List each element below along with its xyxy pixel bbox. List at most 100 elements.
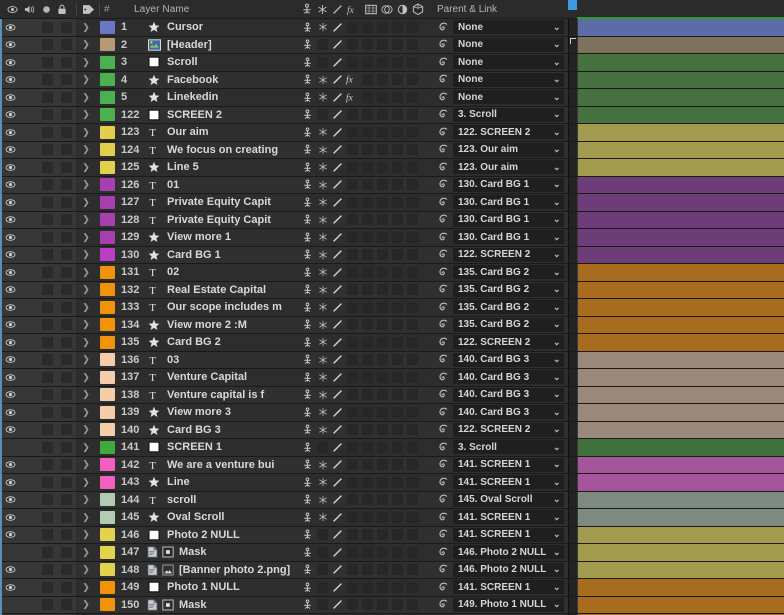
- layer-expand-twirl[interactable]: ❯: [76, 177, 96, 194]
- layer-lock-toggle[interactable]: [57, 562, 76, 579]
- anchor-point-switch-icon[interactable]: [300, 421, 315, 438]
- layer-audio-toggle[interactable]: [20, 19, 38, 36]
- empty-switch-cell[interactable]: [360, 456, 375, 473]
- layer-label-swatch[interactable]: [96, 124, 118, 141]
- empty-switch-cell[interactable]: [360, 124, 375, 141]
- layer-audio-toggle[interactable]: [20, 474, 38, 491]
- empty-switch-cell[interactable]: [345, 526, 360, 543]
- layer-audio-toggle[interactable]: [20, 194, 38, 211]
- empty-switch-cell[interactable]: [390, 159, 405, 176]
- layer-label-swatch[interactable]: [96, 317, 118, 334]
- parent-dropdown[interactable]: None⌄: [453, 90, 564, 104]
- anchor-point-switch-icon[interactable]: [300, 281, 315, 298]
- layer-solo-toggle[interactable]: [38, 229, 57, 246]
- layer-expand-twirl[interactable]: ❯: [76, 282, 96, 299]
- empty-switch-cell[interactable]: [360, 404, 375, 421]
- layer-label-swatch[interactable]: [96, 19, 118, 36]
- empty-switch-cell[interactable]: [360, 211, 375, 228]
- empty-switch-cell[interactable]: [390, 124, 405, 141]
- empty-switch-cell[interactable]: [375, 456, 390, 473]
- layer-label-swatch[interactable]: [96, 562, 118, 579]
- table-row[interactable]: ❯125Line 5123. Our aim⌄: [0, 159, 568, 177]
- layer-name[interactable]: SCREEN 1: [164, 439, 297, 456]
- quality-switch-icon[interactable]: [315, 509, 330, 526]
- pickwhip-icon[interactable]: [437, 528, 450, 541]
- empty-switch-cell[interactable]: [345, 491, 360, 508]
- layer-visibility-toggle[interactable]: [0, 597, 20, 614]
- pickwhip-icon[interactable]: [437, 388, 450, 401]
- layer-solo-toggle[interactable]: [38, 19, 57, 36]
- layer-duration-bar[interactable]: [578, 89, 784, 106]
- layer-label-swatch[interactable]: [96, 544, 118, 561]
- parent-dropdown[interactable]: 140. Card BG 3⌄: [453, 388, 564, 402]
- layer-expand-twirl[interactable]: ❯: [76, 597, 96, 614]
- layer-audio-toggle[interactable]: [20, 317, 38, 334]
- empty-switch-cell[interactable]: [390, 579, 405, 596]
- motion-blur-switch-icon[interactable]: [330, 579, 345, 596]
- layer-label-swatch[interactable]: [96, 159, 118, 176]
- pickwhip-icon[interactable]: [437, 73, 450, 86]
- empty-switch-cell[interactable]: [405, 264, 420, 281]
- parent-dropdown[interactable]: 135. Card BG 2⌄: [453, 300, 564, 314]
- layer-solo-toggle[interactable]: [38, 509, 57, 526]
- anchor-point-switch-icon[interactable]: [300, 159, 315, 176]
- quality-switch-icon[interactable]: [315, 334, 330, 351]
- layer-lock-toggle[interactable]: [57, 247, 76, 264]
- empty-switch-cell[interactable]: [360, 141, 375, 158]
- layer-expand-twirl[interactable]: ❯: [76, 579, 96, 596]
- motion-blur-switch-icon[interactable]: [330, 334, 345, 351]
- parent-dropdown[interactable]: 141. SCREEN 1⌄: [453, 510, 564, 524]
- empty-switch-cell[interactable]: [345, 474, 360, 491]
- layer-name[interactable]: Private Equity Capit: [164, 194, 297, 211]
- layer-label-swatch[interactable]: [96, 299, 118, 316]
- layer-solo-toggle[interactable]: [38, 124, 57, 141]
- empty-switch-cell[interactable]: [375, 141, 390, 158]
- quality-switch-icon[interactable]: [315, 491, 330, 508]
- empty-switch-cell[interactable]: [405, 141, 420, 158]
- pickwhip-icon[interactable]: [437, 493, 450, 506]
- layer-duration-bar[interactable]: [578, 422, 784, 439]
- table-row[interactable]: ❯4FacebookfxNone⌄: [0, 72, 568, 90]
- anchor-point-switch-icon[interactable]: [300, 299, 315, 316]
- layer-audio-toggle[interactable]: [20, 457, 38, 474]
- layer-expand-twirl[interactable]: ❯: [76, 194, 96, 211]
- layer-label-swatch[interactable]: [96, 474, 118, 491]
- parent-dropdown[interactable]: 140. Card BG 3⌄: [453, 405, 564, 419]
- layer-duration-bar[interactable]: [578, 509, 784, 526]
- empty-switch-cell[interactable]: [375, 176, 390, 193]
- layer-label-swatch[interactable]: [96, 439, 118, 456]
- pickwhip-icon[interactable]: [437, 266, 450, 279]
- empty-switch-cell[interactable]: [405, 474, 420, 491]
- layer-lock-toggle[interactable]: [57, 334, 76, 351]
- empty-switch-cell[interactable]: [375, 386, 390, 403]
- empty-switch-cell[interactable]: [375, 246, 390, 263]
- layer-label-swatch[interactable]: [96, 404, 118, 421]
- layer-visibility-toggle[interactable]: [0, 439, 20, 456]
- empty-switch-cell[interactable]: [345, 579, 360, 596]
- empty-switch-cell[interactable]: [375, 194, 390, 211]
- pickwhip-icon[interactable]: [437, 476, 450, 489]
- motion-blur-switch-icon[interactable]: [330, 491, 345, 508]
- pickwhip-icon[interactable]: [437, 56, 450, 69]
- layer-label-swatch[interactable]: [96, 177, 118, 194]
- empty-switch-cell[interactable]: [345, 106, 360, 123]
- table-row[interactable]: ❯141SCREEN 13. Scroll⌄: [0, 439, 568, 457]
- layer-solo-toggle[interactable]: [38, 89, 57, 106]
- empty-switch-cell[interactable]: [360, 561, 375, 578]
- motion-blur-switch-icon[interactable]: [330, 404, 345, 421]
- empty-switch-cell[interactable]: [345, 211, 360, 228]
- pickwhip-icon[interactable]: [437, 353, 450, 366]
- anchor-point-switch-icon[interactable]: [300, 124, 315, 141]
- empty-switch-cell[interactable]: [360, 71, 375, 88]
- layer-audio-toggle[interactable]: [20, 89, 38, 106]
- layer-audio-toggle[interactable]: [20, 107, 38, 124]
- layer-duration-bar[interactable]: [578, 317, 784, 334]
- layer-expand-twirl[interactable]: ❯: [76, 124, 96, 141]
- table-row[interactable]: ❯147Mask146. Photo 2 NULL⌄: [0, 544, 568, 562]
- layer-solo-toggle[interactable]: [38, 107, 57, 124]
- solo-icon[interactable]: [42, 5, 51, 14]
- empty-switch-cell[interactable]: [405, 246, 420, 263]
- empty-switch-cell[interactable]: [345, 54, 360, 71]
- table-row[interactable]: ❯127TPrivate Equity Capit130. Card BG 1⌄: [0, 194, 568, 212]
- layer-label-swatch[interactable]: [96, 509, 118, 526]
